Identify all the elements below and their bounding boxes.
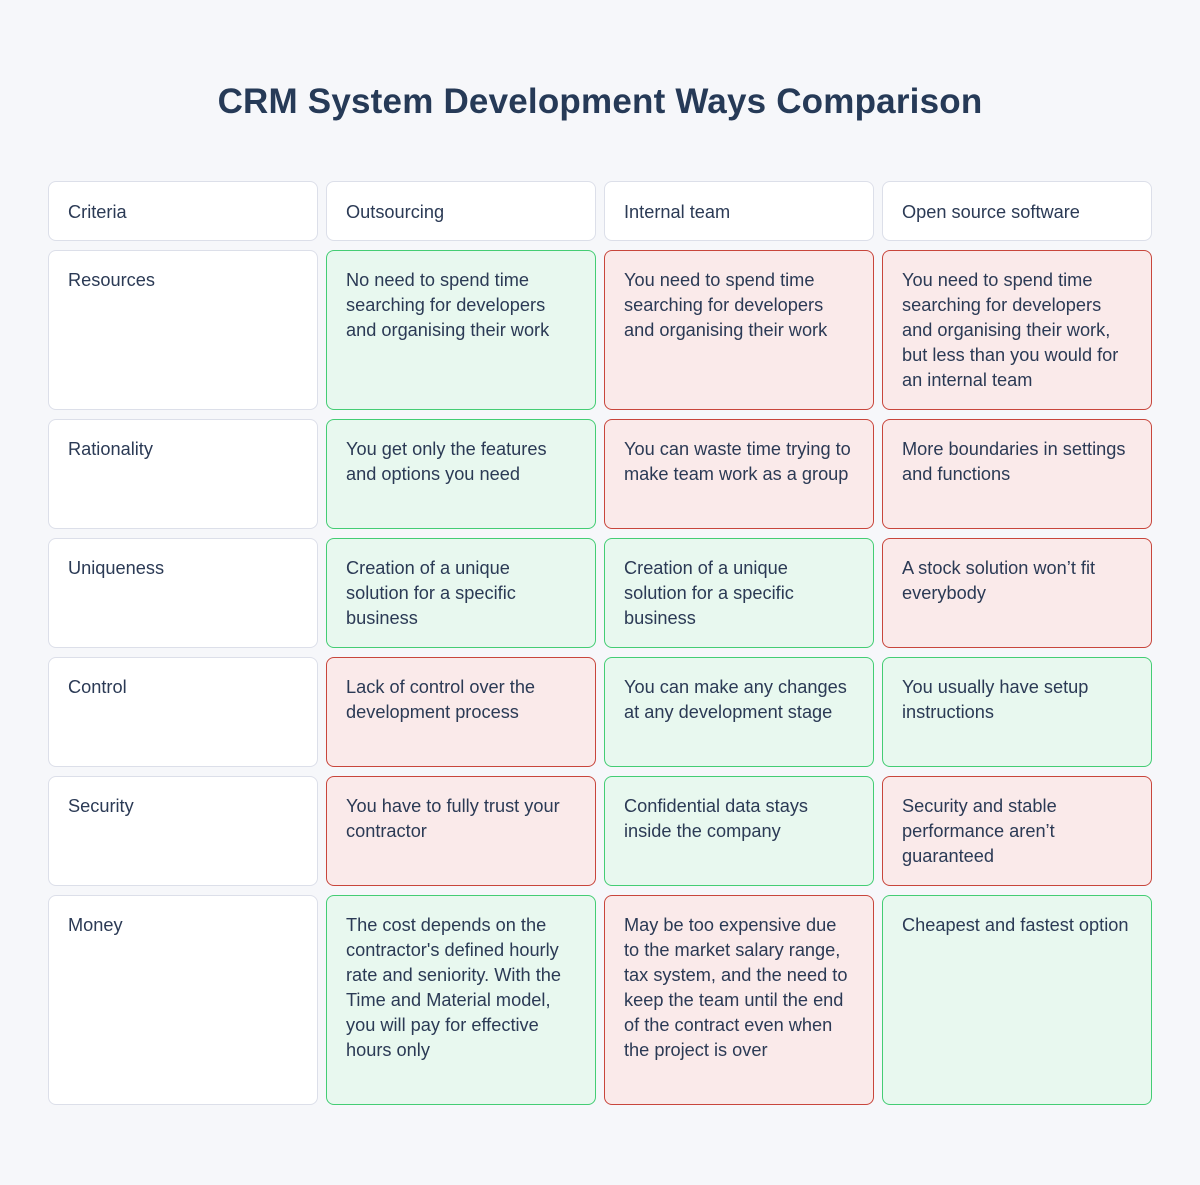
disadvantage-cell: Security and stable performance aren’t g…: [882, 776, 1152, 886]
disadvantage-cell: You need to spend time searching for dev…: [604, 250, 874, 410]
criterion-rationality: Rationality: [48, 419, 318, 529]
disadvantage-cell: Lack of control over the development pro…: [326, 657, 596, 767]
disadvantage-cell: You have to fully trust your contractor: [326, 776, 596, 886]
advantage-cell: Creation of a unique solution for a spec…: [326, 538, 596, 648]
advantage-cell: You usually have setup instructions: [882, 657, 1152, 767]
disadvantage-cell: You need to spend time searching for dev…: [882, 250, 1152, 410]
column-header-internal-team: Internal team: [604, 181, 874, 241]
advantage-cell: Creation of a unique solution for a spec…: [604, 538, 874, 648]
advantage-cell: Cheapest and fastest option: [882, 895, 1152, 1105]
disadvantage-cell: A stock solution won’t fit everybody: [882, 538, 1152, 648]
column-header-criteria: Criteria: [48, 181, 318, 241]
disadvantage-cell: You can waste time trying to make team w…: [604, 419, 874, 529]
criterion-money: Money: [48, 895, 318, 1105]
advantage-cell: You get only the features and options yo…: [326, 419, 596, 529]
criterion-uniqueness: Uniqueness: [48, 538, 318, 648]
advantage-cell: No need to spend time searching for deve…: [326, 250, 596, 410]
column-header-outsourcing: Outsourcing: [326, 181, 596, 241]
comparison-table: Criteria Outsourcing Internal team Open sou…: [48, 181, 1152, 1105]
criterion-resources: Resources: [48, 250, 318, 410]
disadvantage-cell: More boundaries in settings and function…: [882, 419, 1152, 529]
advantage-cell: You can make any changes at any developm…: [604, 657, 874, 767]
disadvantage-cell: May be too expensive due to the market s…: [604, 895, 874, 1105]
advantage-cell: Confidential data stays inside the compa…: [604, 776, 874, 886]
criterion-control: Control: [48, 657, 318, 767]
column-header-open-source-software: Open source software: [882, 181, 1152, 241]
page-title: CRM System Development Ways Comparison: [217, 82, 983, 121]
criterion-security: Security: [48, 776, 318, 886]
advantage-cell: The cost depends on the contractor's def…: [326, 895, 596, 1105]
